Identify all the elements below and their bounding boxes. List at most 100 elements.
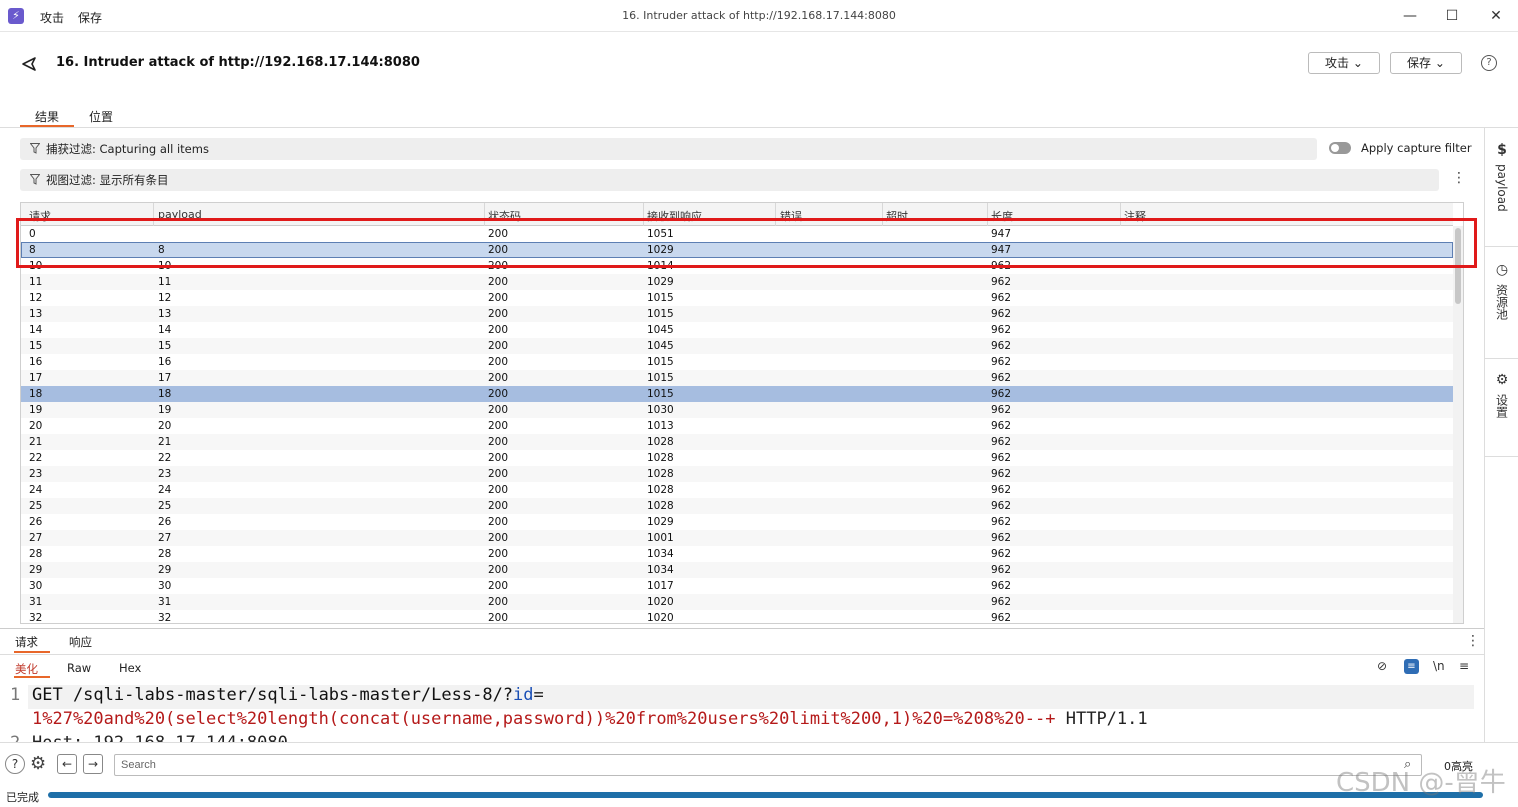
table-row[interactable]: 21 21 200 1028 962: [21, 434, 1453, 450]
payload-icon: $: [1497, 142, 1507, 158]
cell-recv: 1030: [647, 404, 674, 416]
cell-recv: 1020: [647, 612, 674, 624]
cell-req: 30: [29, 580, 43, 592]
chevron-down-icon: ⌄: [1434, 56, 1445, 70]
cell-payload: 24: [158, 484, 172, 496]
cell-recv: 1015: [647, 356, 674, 368]
capture-filter-bar[interactable]: 捕获过滤: Capturing all items: [20, 138, 1317, 160]
help-icon[interactable]: ?: [5, 754, 25, 774]
cell-len: 962: [991, 388, 1012, 400]
table-row[interactable]: 15 15 200 1045 962: [21, 338, 1453, 354]
cell-recv: 1028: [647, 436, 674, 448]
tab-raw[interactable]: Raw: [67, 661, 91, 675]
cell-len: 962: [991, 580, 1012, 592]
table-row[interactable]: 25 25 200 1028 962: [21, 498, 1453, 514]
tab-positions[interactable]: 位置: [89, 108, 113, 125]
tab-results[interactable]: 结果: [35, 108, 59, 125]
cell-req: 22: [29, 452, 43, 464]
cell-status: 200: [488, 436, 509, 448]
divider: [1485, 456, 1518, 457]
sidebar-item-payload[interactable]: $ payload: [1485, 142, 1518, 215]
table-row[interactable]: 17 17 200 1015 962: [21, 370, 1453, 386]
tab-hex[interactable]: Hex: [119, 661, 141, 675]
back-arrow-icon[interactable]: ←: [57, 754, 77, 774]
active-tab-indicator: [14, 651, 50, 653]
cell-payload: 14: [158, 324, 172, 336]
right-sidebar: $ payload ◷ 资源池 ⚙ 设置: [1484, 128, 1518, 742]
wrap-icon[interactable]: ≡: [1404, 659, 1419, 674]
cell-payload: 23: [158, 468, 172, 480]
table-row[interactable]: 12 12 200 1015 962: [21, 290, 1453, 306]
sidebar-item-resource-pool[interactable]: ◷ 资源池: [1485, 262, 1518, 323]
minimize-icon[interactable]: —: [1400, 6, 1420, 26]
cell-recv: 1015: [647, 292, 674, 304]
menu-icon[interactable]: ≡: [1459, 659, 1469, 673]
cell-payload: 26: [158, 516, 172, 528]
cell-len: 962: [991, 484, 1012, 496]
attack-button[interactable]: 攻击 ⌄: [1308, 52, 1380, 74]
tab-pretty[interactable]: 美化: [15, 661, 38, 677]
table-row[interactable]: 24 24 200 1028 962: [21, 482, 1453, 498]
search-input[interactable]: [114, 754, 1422, 776]
filter-icon: [30, 174, 40, 185]
table-row[interactable]: 27 27 200 1001 962: [21, 530, 1453, 546]
table-row[interactable]: 13 13 200 1015 962: [21, 306, 1453, 322]
table-row[interactable]: 14 14 200 1045 962: [21, 322, 1453, 338]
cell-recv: 1028: [647, 452, 674, 464]
more-options-icon[interactable]: ⋮: [1466, 633, 1480, 649]
table-row[interactable]: 23 23 200 1028 962: [21, 466, 1453, 482]
close-icon[interactable]: ✕: [1486, 6, 1506, 26]
table-row[interactable]: 18 18 200 1015 962: [21, 386, 1453, 402]
cell-payload: 25: [158, 500, 172, 512]
search-toolbar: ? ⚙ ← → ⌕ 0高亮: [0, 742, 1518, 786]
table-row[interactable]: 32 32 200 1020 962: [21, 610, 1453, 624]
table-row[interactable]: 22 22 200 1028 962: [21, 450, 1453, 466]
newline-icon[interactable]: \n: [1433, 659, 1445, 673]
gear-icon[interactable]: ⚙: [30, 753, 46, 774]
more-options-icon[interactable]: ⋮: [1452, 170, 1466, 186]
forward-arrow-icon[interactable]: →: [83, 754, 103, 774]
cell-status: 200: [488, 596, 509, 608]
save-button[interactable]: 保存 ⌄: [1390, 52, 1462, 74]
cell-payload: 29: [158, 564, 172, 576]
cell-payload: 31: [158, 596, 172, 608]
table-row[interactable]: 11 11 200 1029 962: [21, 274, 1453, 290]
sidebar-item-label: 资源池: [1494, 284, 1509, 320]
tab-response[interactable]: 响应: [69, 634, 92, 650]
apply-capture-filter-toggle[interactable]: [1329, 142, 1351, 154]
table-body: 0 200 1051 947 8 8 200 1029 947 10 10 200 1014 962 11 1…: [21, 226, 1453, 624]
tab-request[interactable]: 请求: [15, 634, 38, 650]
cell-status: 200: [488, 372, 509, 384]
table-row[interactable]: 19 19 200 1030 962: [21, 402, 1453, 418]
cell-status: 200: [488, 420, 509, 432]
table-row[interactable]: 26 26 200 1029 962: [21, 514, 1453, 530]
table-row[interactable]: 30 30 200 1017 962: [21, 578, 1453, 594]
view-filter-label: 视图过滤: 显示所有条目: [46, 173, 169, 187]
code-line: GET /sqli-labs-master/sqli-labs-master/L…: [32, 685, 544, 705]
sidebar-item-label: 设置: [1494, 394, 1509, 418]
request-editor[interactable]: 1 GET /sqli-labs-master/sqli-labs-master…: [0, 685, 1484, 743]
table-row[interactable]: 28 28 200 1034 962: [21, 546, 1453, 562]
view-filter-bar[interactable]: 视图过滤: 显示所有条目: [20, 169, 1439, 191]
cell-payload: 22: [158, 452, 172, 464]
cell-len: 962: [991, 612, 1012, 624]
maximize-icon[interactable]: ☐: [1442, 6, 1462, 26]
cell-payload: 30: [158, 580, 172, 592]
table-row[interactable]: 31 31 200 1020 962: [21, 594, 1453, 610]
gear-icon: ⚙: [1495, 372, 1509, 388]
table-row[interactable]: 29 29 200 1034 962: [21, 562, 1453, 578]
sidebar-item-settings[interactable]: ⚙ 设置: [1485, 372, 1518, 421]
cell-req: 19: [29, 404, 43, 416]
vertical-scrollbar[interactable]: [1453, 226, 1463, 623]
cell-len: 962: [991, 548, 1012, 560]
cell-recv: 1034: [647, 548, 674, 560]
hide-icon[interactable]: ⊘: [1377, 659, 1387, 673]
help-icon[interactable]: ?: [1481, 55, 1497, 71]
table-row[interactable]: 16 16 200 1015 962: [21, 354, 1453, 370]
cell-req: 13: [29, 308, 43, 320]
back-icon[interactable]: [20, 55, 38, 73]
table-row[interactable]: 20 20 200 1013 962: [21, 418, 1453, 434]
cell-len: 962: [991, 500, 1012, 512]
cell-status: 200: [488, 564, 509, 576]
divider: [1485, 246, 1518, 247]
